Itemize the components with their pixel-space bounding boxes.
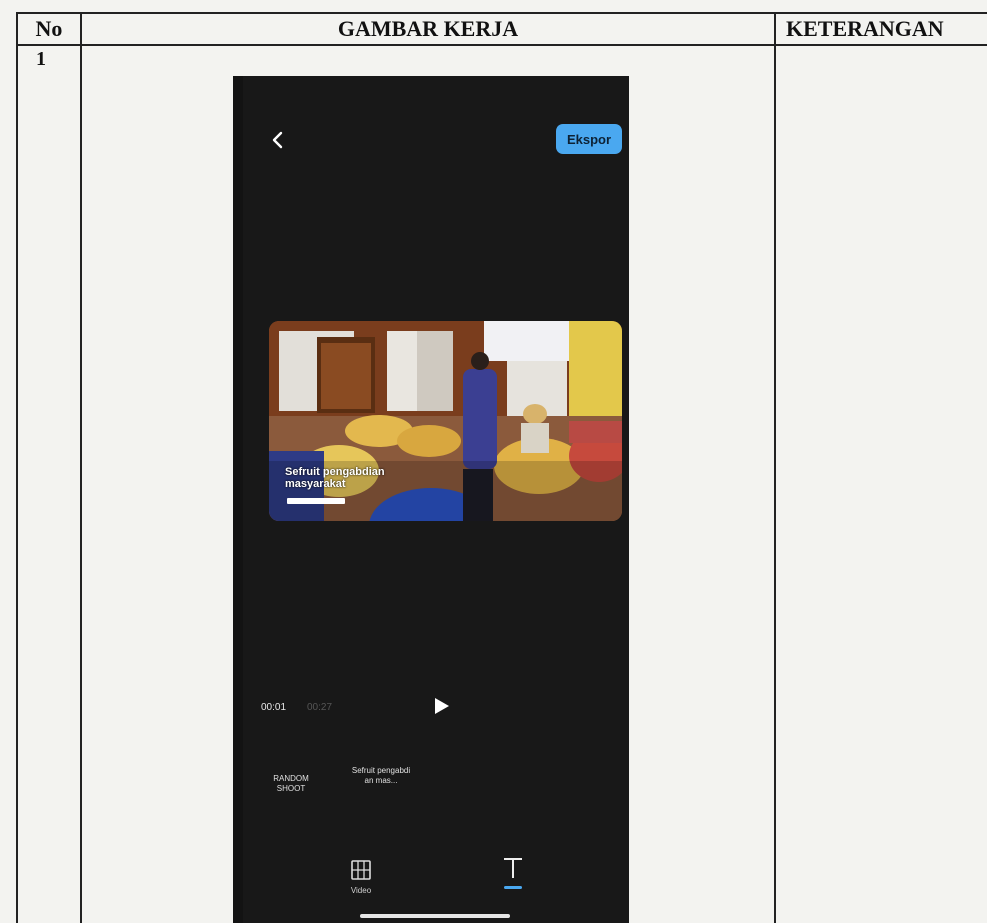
video-preview[interactable]: Sefruit pengabdian masyarakat [269, 321, 622, 521]
current-time: 00:01 [261, 702, 287, 713]
caption-underline-bar [287, 498, 345, 504]
text-tool-icon [504, 858, 522, 878]
table-col2-divider [774, 12, 776, 923]
clip-random-shoot[interactable]: RANDOM SHOOT [263, 774, 319, 794]
video-frame [269, 321, 622, 521]
tool-text[interactable] [495, 854, 531, 894]
back-chevron-icon [272, 131, 283, 149]
header-gambar-kerja: GAMBAR KERJA [337, 16, 519, 41]
header-keterangan: KETERANGAN [786, 16, 944, 41]
header-no: No [35, 16, 63, 41]
preview-caption-text[interactable]: Sefruit pengabdian masyarakat [285, 466, 405, 490]
play-icon [435, 698, 449, 714]
table-header-divider [16, 44, 987, 46]
export-button[interactable]: Ekspor [556, 124, 622, 154]
row-number: 1 [36, 48, 46, 70]
back-button[interactable] [268, 128, 288, 152]
tool-video-label: Video [350, 886, 372, 895]
clip-sefruit-title[interactable]: Sefruit pengabdi an mas... [351, 766, 411, 786]
phone-screenshot: Ekspor Sefruit pengabdian masyarakat 00:… [233, 76, 629, 923]
table-col1-divider [80, 12, 82, 923]
tool-text-active-indicator [504, 886, 522, 889]
play-button[interactable] [433, 696, 451, 716]
table-left-border [16, 12, 18, 923]
total-time: 00:27 [307, 702, 333, 713]
film-icon [351, 860, 371, 880]
editor-screen: Ekspor Sefruit pengabdian masyarakat 00:… [243, 76, 629, 923]
home-indicator[interactable] [360, 914, 510, 918]
tool-video[interactable]: Video [339, 858, 383, 898]
